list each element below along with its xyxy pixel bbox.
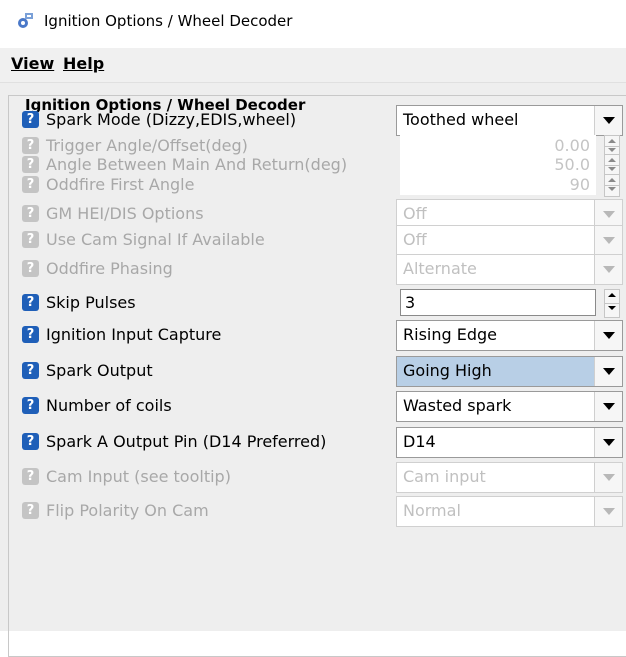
setting-label: Oddfire Phasing	[46, 259, 173, 278]
spinner-buttons	[604, 174, 620, 197]
help-icon[interactable]: ?	[22, 397, 39, 414]
setting-label: Trigger Angle/Offset(deg)	[46, 136, 248, 155]
help-icon: ?	[22, 260, 39, 277]
spinner-value[interactable]: 3	[400, 289, 596, 316]
help-icon: ?	[22, 468, 39, 485]
setting-combo[interactable]: Rising Edge	[396, 320, 623, 351]
setting-combo: Alternate	[396, 254, 623, 285]
setting-combo: Normal	[396, 496, 623, 527]
combo-arrow-button[interactable]	[594, 357, 622, 386]
chevron-down-icon	[603, 508, 615, 515]
combo-arrow-button	[594, 463, 622, 492]
spinner-down-icon	[608, 187, 616, 191]
spinner-divider	[605, 185, 619, 186]
spinner-value: 0.00	[400, 135, 596, 156]
help-icon: ?	[22, 231, 39, 248]
help-icon[interactable]: ?	[22, 362, 39, 379]
combo-value: Rising Edge	[403, 325, 497, 344]
chevron-down-icon	[603, 403, 615, 410]
settings-panel: Ignition Options / Wheel Decoder ? Spark …	[0, 83, 626, 657]
setting-label: Spark Output	[46, 361, 153, 380]
spinner-divider	[605, 165, 619, 166]
setting-label: Flip Polarity On Cam	[46, 501, 209, 520]
chevron-down-icon	[603, 266, 615, 273]
chevron-down-icon	[603, 439, 615, 446]
setting-combo[interactable]: D14	[396, 427, 623, 458]
setting-label: Ignition Input Capture	[46, 325, 222, 344]
setting-combo[interactable]: Going High	[396, 356, 623, 387]
chevron-down-icon	[603, 368, 615, 375]
chevron-down-icon	[603, 117, 615, 124]
combo-value: Wasted spark	[403, 396, 512, 415]
spinner-up-icon	[608, 293, 616, 297]
setting-spinner: 0.00	[400, 135, 620, 158]
window: Ignition Options / Wheel Decoder View He…	[0, 0, 626, 657]
menu-help[interactable]: Help	[63, 54, 104, 74]
spinner-value: 50.0	[400, 154, 596, 175]
combo-arrow-button[interactable]	[594, 392, 622, 421]
help-icon: ?	[22, 502, 39, 519]
spinner-down-icon	[608, 306, 616, 310]
combo-arrow-button[interactable]	[594, 106, 622, 135]
menu-bar: View Help	[0, 48, 626, 83]
help-icon[interactable]: ?	[22, 111, 39, 128]
combo-value: Going High	[403, 361, 492, 380]
combo-value: Off	[403, 230, 427, 249]
setting-label: Spark A Output Pin (D14 Preferred)	[46, 432, 327, 451]
spinner-up-icon	[608, 158, 616, 162]
setting-combo[interactable]: Toothed wheel	[396, 105, 623, 136]
combo-value: Normal	[403, 501, 461, 520]
setting-combo[interactable]: Wasted spark	[396, 391, 623, 422]
help-icon: ?	[22, 156, 39, 173]
setting-label: GM HEI/DIS Options	[46, 204, 204, 223]
spinner-up-icon	[608, 178, 616, 182]
combo-value: Off	[403, 204, 427, 223]
spinner-down-icon	[608, 148, 616, 152]
setting-spinner: 50.0	[400, 154, 620, 177]
spinner-value: 90	[400, 174, 596, 195]
combo-arrow-button	[594, 497, 622, 526]
combo-arrow-button	[594, 255, 622, 284]
menu-view[interactable]: View	[11, 54, 54, 74]
setting-label: Angle Between Main And Return(deg)	[46, 155, 348, 174]
chevron-down-icon	[603, 474, 615, 481]
setting-label: Oddfire First Angle	[46, 175, 195, 194]
combo-value: D14	[403, 432, 436, 451]
chevron-down-icon	[603, 237, 615, 244]
combo-value: Cam input	[403, 467, 486, 486]
app-gear-icon	[18, 13, 33, 28]
setting-label: Number of coils	[46, 396, 172, 415]
spinner-buttons[interactable]	[604, 289, 620, 318]
help-icon[interactable]: ?	[22, 326, 39, 343]
spinner-up-icon	[608, 139, 616, 143]
help-icon: ?	[22, 205, 39, 222]
setting-spinner[interactable]: 3	[400, 289, 620, 318]
help-icon: ?	[22, 176, 39, 193]
help-icon[interactable]: ?	[22, 294, 39, 311]
spinner-down-icon	[608, 167, 616, 171]
combo-arrow-button[interactable]	[594, 428, 622, 457]
window-title: Ignition Options / Wheel Decoder	[44, 12, 293, 30]
setting-label: Skip Pulses	[46, 293, 136, 312]
setting-label: Use Cam Signal If Available	[46, 230, 265, 249]
setting-combo: Off	[396, 225, 623, 256]
spinner-divider	[605, 146, 619, 147]
setting-combo: Cam input	[396, 462, 623, 493]
spinner-divider	[605, 303, 619, 304]
help-icon: ?	[22, 137, 39, 154]
combo-value: Toothed wheel	[403, 110, 519, 129]
chevron-down-icon	[603, 211, 615, 218]
chevron-down-icon	[603, 332, 615, 339]
setting-label: Spark Mode (Dizzy,EDIS,wheel)	[46, 110, 297, 129]
title-bar: Ignition Options / Wheel Decoder	[0, 0, 626, 42]
help-icon[interactable]: ?	[22, 433, 39, 450]
setting-spinner: 90	[400, 174, 620, 197]
combo-value: Alternate	[403, 259, 477, 278]
combo-arrow-button[interactable]	[594, 321, 622, 350]
setting-label: Cam Input (see tooltip)	[46, 467, 231, 486]
combo-arrow-button	[594, 226, 622, 255]
